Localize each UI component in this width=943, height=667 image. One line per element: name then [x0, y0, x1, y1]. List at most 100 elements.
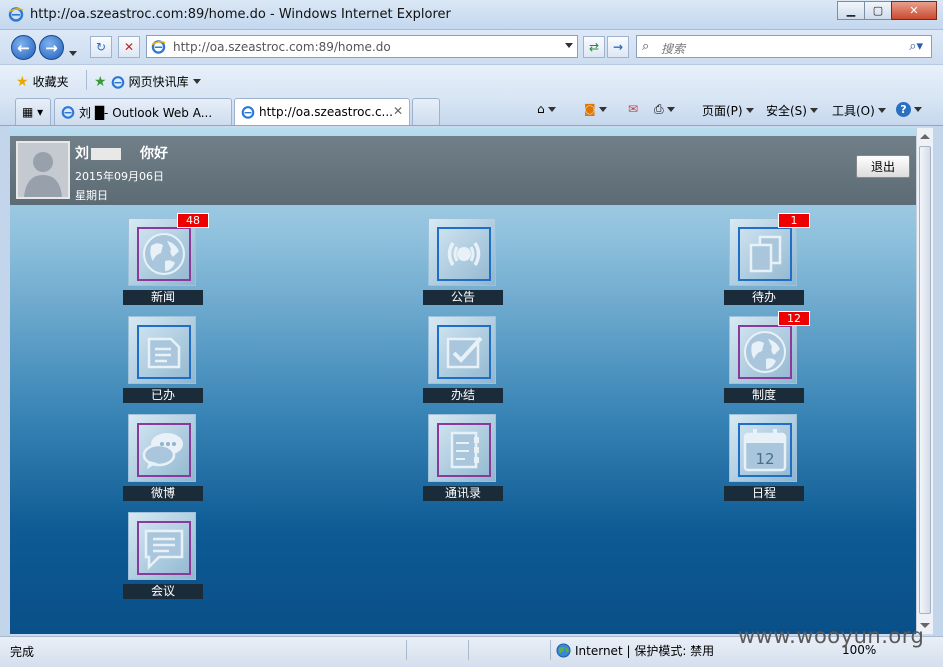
safety-menu-label: 安全(S): [766, 104, 807, 118]
forward-button[interactable]: →: [39, 35, 64, 60]
window-frame-right: [933, 126, 943, 636]
divider: [86, 70, 87, 90]
broadcast-icon: [447, 242, 481, 266]
app-meetings[interactable]: 会议: [123, 512, 203, 602]
app-news[interactable]: 48 新闻: [123, 213, 209, 308]
safety-menu[interactable]: 安全(S): [766, 102, 818, 119]
user-silhouette-icon: [18, 143, 68, 197]
vertical-scrollbar[interactable]: [916, 128, 933, 634]
stop-button[interactable]: ✕: [118, 36, 140, 58]
window-title: http://oa.szeastroc.com:89/home.do - Win…: [30, 7, 451, 22]
app-label: 日程: [724, 486, 804, 501]
page-icon: [151, 40, 166, 54]
quick-tabs-button[interactable]: ▦ ▾: [15, 98, 51, 125]
address-dropdown-icon[interactable]: [565, 43, 573, 48]
favorites-star-icon: ★: [16, 73, 29, 90]
page-content: 刘 你好 2015年09月06日 星期日 退出 48 新闻 公告 1 待办 已办…: [10, 128, 916, 634]
tab-home[interactable]: http://oa.szeastroc.c... ✕: [234, 98, 410, 125]
search-box[interactable]: ⌕ 搜索 ⌕▾: [636, 35, 932, 58]
notification-badge: 48: [177, 213, 209, 228]
tools-menu[interactable]: 工具(O): [832, 102, 886, 119]
scroll-up-icon[interactable]: [920, 134, 930, 139]
close-button[interactable]: ✕: [891, 1, 937, 20]
status-text: 完成: [10, 645, 35, 659]
app-tile: [729, 218, 797, 286]
app-completed[interactable]: 办结: [423, 316, 503, 406]
tabs-bar: ▦ ▾ 刘 █- Outlook Web A... http://oa.szea…: [0, 94, 943, 126]
app-label: 公告: [423, 290, 503, 305]
app-label: 已办: [123, 388, 203, 403]
tools-menu-label: 工具(O): [832, 104, 875, 118]
back-button[interactable]: ←: [11, 35, 36, 60]
date-text: 2015年09月06日: [75, 170, 164, 183]
security-zone[interactable]: Internet | 保护模式: 禁用: [556, 642, 714, 659]
ie-logo-icon: [8, 7, 24, 22]
app-label: 会议: [123, 584, 203, 599]
address-bar[interactable]: http://oa.szeastroc.com:89/home.do: [146, 35, 578, 58]
globe-icon: [556, 643, 571, 658]
compatibility-view-icon[interactable]: ⇄: [583, 36, 605, 58]
help-button[interactable]: ?: [896, 102, 922, 117]
navigation-bar: ← → ↻ ✕ http://oa.szeastroc.com:89/home.…: [0, 30, 943, 64]
avatar: [16, 141, 70, 199]
print-button[interactable]: ⎙: [654, 102, 675, 117]
ie-tab-icon: [61, 106, 75, 119]
app-label: 微博: [123, 486, 203, 501]
app-tile: [729, 316, 797, 384]
documents-icon: [749, 235, 782, 273]
globe-icon: [143, 233, 185, 275]
search-go-icon[interactable]: ⌕▾: [909, 39, 923, 54]
app-label: 待办: [724, 290, 804, 305]
greeting-text: 你好: [140, 146, 168, 162]
divider: [468, 640, 469, 660]
app-contacts[interactable]: 通讯录: [423, 414, 503, 504]
page-menu[interactable]: 页面(P): [702, 102, 754, 119]
user-name: 刘: [75, 143, 121, 163]
watermark: www.wooyun.org: [738, 624, 925, 648]
tab-label: 刘 █- Outlook Web A...: [79, 105, 213, 120]
globe-icon: [744, 331, 786, 373]
search-placeholder: 搜索: [661, 42, 686, 56]
security-zone-text: Internet | 保护模式: 禁用: [575, 644, 715, 658]
app-tile: [428, 218, 496, 286]
app-weibo[interactable]: 微博: [123, 414, 203, 504]
new-tab-button[interactable]: [412, 98, 440, 125]
minimize-button[interactable]: ▁: [837, 1, 865, 20]
address-url: http://oa.szeastroc.com:89/home.do: [173, 40, 391, 54]
history-dropdown[interactable]: [69, 45, 77, 59]
app-label: 新闻: [123, 290, 203, 305]
refresh-button[interactable]: ↻: [90, 36, 112, 58]
app-done[interactable]: 已办: [123, 316, 203, 406]
title-bar: http://oa.szeastroc.com:89/home.do - Win…: [0, 0, 943, 30]
close-tab-icon[interactable]: ✕: [393, 104, 403, 118]
web-slice-label: 网页快讯库: [128, 75, 189, 89]
user-header: 刘 你好 2015年09月06日 星期日 退出: [10, 136, 916, 205]
tab-outlook[interactable]: 刘 █- Outlook Web A...: [54, 98, 232, 125]
maximize-button[interactable]: ▢: [864, 1, 892, 20]
app-tile: [428, 316, 496, 384]
weekday-text: 星期日: [75, 189, 108, 202]
app-policies[interactable]: 12 制度: [724, 311, 810, 406]
app-tile: [128, 414, 196, 482]
favorites-button[interactable]: ★ 收藏夹: [16, 73, 69, 90]
divider: [406, 640, 407, 660]
go-button[interactable]: →: [607, 36, 629, 58]
app-todo[interactable]: 1 待办: [724, 213, 810, 308]
app-tile: [128, 218, 196, 286]
feeds-button[interactable]: ◙: [584, 102, 607, 116]
rss-icon: ◙: [584, 102, 596, 116]
home-button[interactable]: ⌂: [537, 102, 556, 116]
app-schedule[interactable]: 12 日程: [724, 414, 804, 504]
app-tile: 12: [729, 414, 797, 482]
app-label: 制度: [724, 388, 804, 403]
redacted-mask: [91, 148, 121, 160]
logout-button[interactable]: 退出: [856, 155, 910, 178]
web-slice-gallery[interactable]: ★ 网页快讯库: [94, 73, 201, 90]
app-announcements[interactable]: 公告: [423, 218, 503, 308]
add-favorite-icon: ★: [94, 73, 107, 90]
home-icon: ⌂: [537, 102, 545, 116]
app-label: 办结: [423, 388, 503, 403]
tab-label: http://oa.szeastroc.c...: [259, 105, 393, 119]
mail-button[interactable]: ✉: [628, 102, 638, 116]
scroll-thumb[interactable]: [919, 146, 931, 614]
